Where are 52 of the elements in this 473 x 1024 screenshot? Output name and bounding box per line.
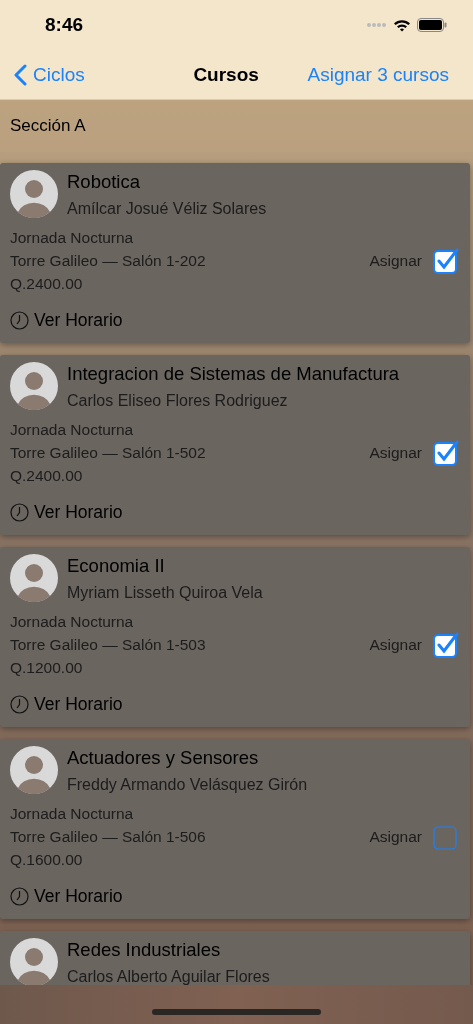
- course-title: Integracion de Sistemas de Manufactura: [67, 363, 400, 385]
- assign-button[interactable]: Asignar 3 cursos: [307, 60, 449, 90]
- room-text: Torre Galileo — Salón 1-506: [10, 827, 206, 847]
- course-title: Economia II: [67, 555, 166, 577]
- avatar: [10, 746, 58, 794]
- avatar: [10, 170, 58, 218]
- teacher-name: Myriam Lisseth Quiroa Vela: [67, 583, 263, 603]
- price-text: Q.2400.00: [10, 274, 84, 294]
- clock-icon: [10, 886, 29, 906]
- schedule-text: Jornada Nocturna: [10, 228, 135, 248]
- schedule-text: Jornada Nocturna: [10, 612, 135, 632]
- checkbox[interactable]: [433, 823, 459, 850]
- room-text: Torre Galileo — Salón 1-202: [10, 251, 206, 271]
- schedule-text: Jornada Nocturna: [10, 804, 135, 824]
- schedule-link[interactable]: Ver Horario: [10, 307, 123, 334]
- schedule-link[interactable]: Ver Horario: [10, 883, 123, 910]
- avatar: [10, 938, 58, 986]
- teacher-name: Freddy Armando Velásquez Girón: [67, 775, 308, 795]
- schedule-link[interactable]: Ver Horario: [10, 499, 123, 526]
- wifi-icon: [393, 18, 411, 32]
- schedule-link[interactable]: Ver Horario: [10, 691, 123, 718]
- checkbox[interactable]: [433, 631, 459, 658]
- assign-label: Asignar: [369, 826, 422, 847]
- teacher-name: Carlos Eliseo Flores Rodriguez: [67, 391, 289, 411]
- checkbox[interactable]: [433, 439, 459, 466]
- battery-icon: [417, 18, 447, 32]
- avatar: [10, 554, 58, 602]
- clock-icon: [10, 694, 29, 714]
- checkbox[interactable]: [433, 247, 459, 274]
- assign-label: Asignar: [369, 250, 422, 271]
- room-text: Torre Galileo — Salón 1-502: [10, 443, 206, 463]
- teacher-name: Carlos Alberto Aguilar Flores: [67, 967, 270, 987]
- assign-label: Asignar: [369, 634, 422, 655]
- assign-label: Asignar: [369, 442, 422, 463]
- course-title: Redes Industriales: [67, 939, 222, 961]
- clock-icon: [10, 310, 29, 330]
- avatar: [10, 362, 58, 410]
- course-title: Actuadores y Sensores: [67, 747, 260, 769]
- clock-icon: [10, 502, 29, 522]
- nav-title: Cursos: [193, 62, 259, 87]
- schedule-text: Jornada Nocturna: [10, 420, 135, 440]
- teacher-name: Amílcar Josué Véliz Solares: [67, 199, 267, 219]
- chevron-left-icon: [14, 64, 27, 86]
- room-text: Torre Galileo — Salón 1-503: [10, 635, 206, 655]
- price-text: Q.1200.00: [10, 658, 84, 678]
- price-text: Q.2400.00: [10, 466, 84, 486]
- course-title: Robotica: [67, 171, 141, 193]
- section-header: Sección A: [10, 115, 86, 138]
- back-button[interactable]: Ciclos: [14, 60, 85, 90]
- status-time: 8:46: [45, 12, 84, 37]
- price-text: Q.1600.00: [10, 850, 84, 870]
- signal-icon: [367, 23, 387, 27]
